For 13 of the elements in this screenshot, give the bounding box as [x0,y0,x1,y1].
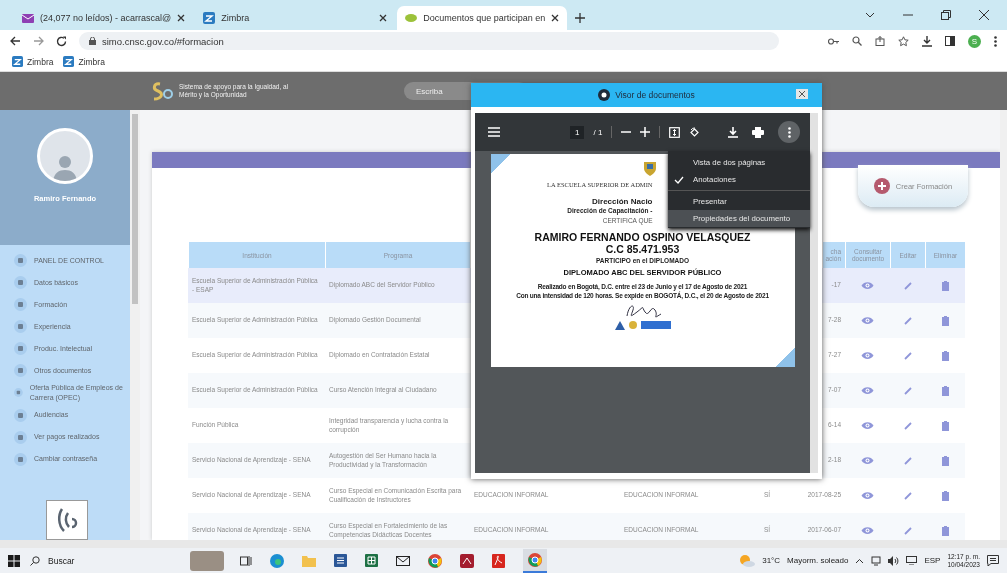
bookmark-label: Zimbra [78,56,105,67]
dialog-title: Visor de documentos [615,90,695,100]
tab-title: Documentos que participan en [423,13,546,23]
tab-title: Zimbra [221,13,251,23]
certificate-text: RAMIRO FERNANDO OSPINO VELASQUEZ [534,232,751,244]
url-text: simo.cnsc.gov.co/#formacion [102,35,224,47]
temperature: 31°C [762,556,781,565]
certificate-text: C.C 85.471.953 [605,243,680,256]
weather-text: Mayorm. soleado [787,556,849,565]
page-count: / 1 [593,127,603,137]
tab-title: (24,077 no leídos) - acarrascal@ [40,13,172,23]
certificate-text: Dirección Nacio [592,197,653,206]
bookmark-label: Zimbra [27,56,54,67]
